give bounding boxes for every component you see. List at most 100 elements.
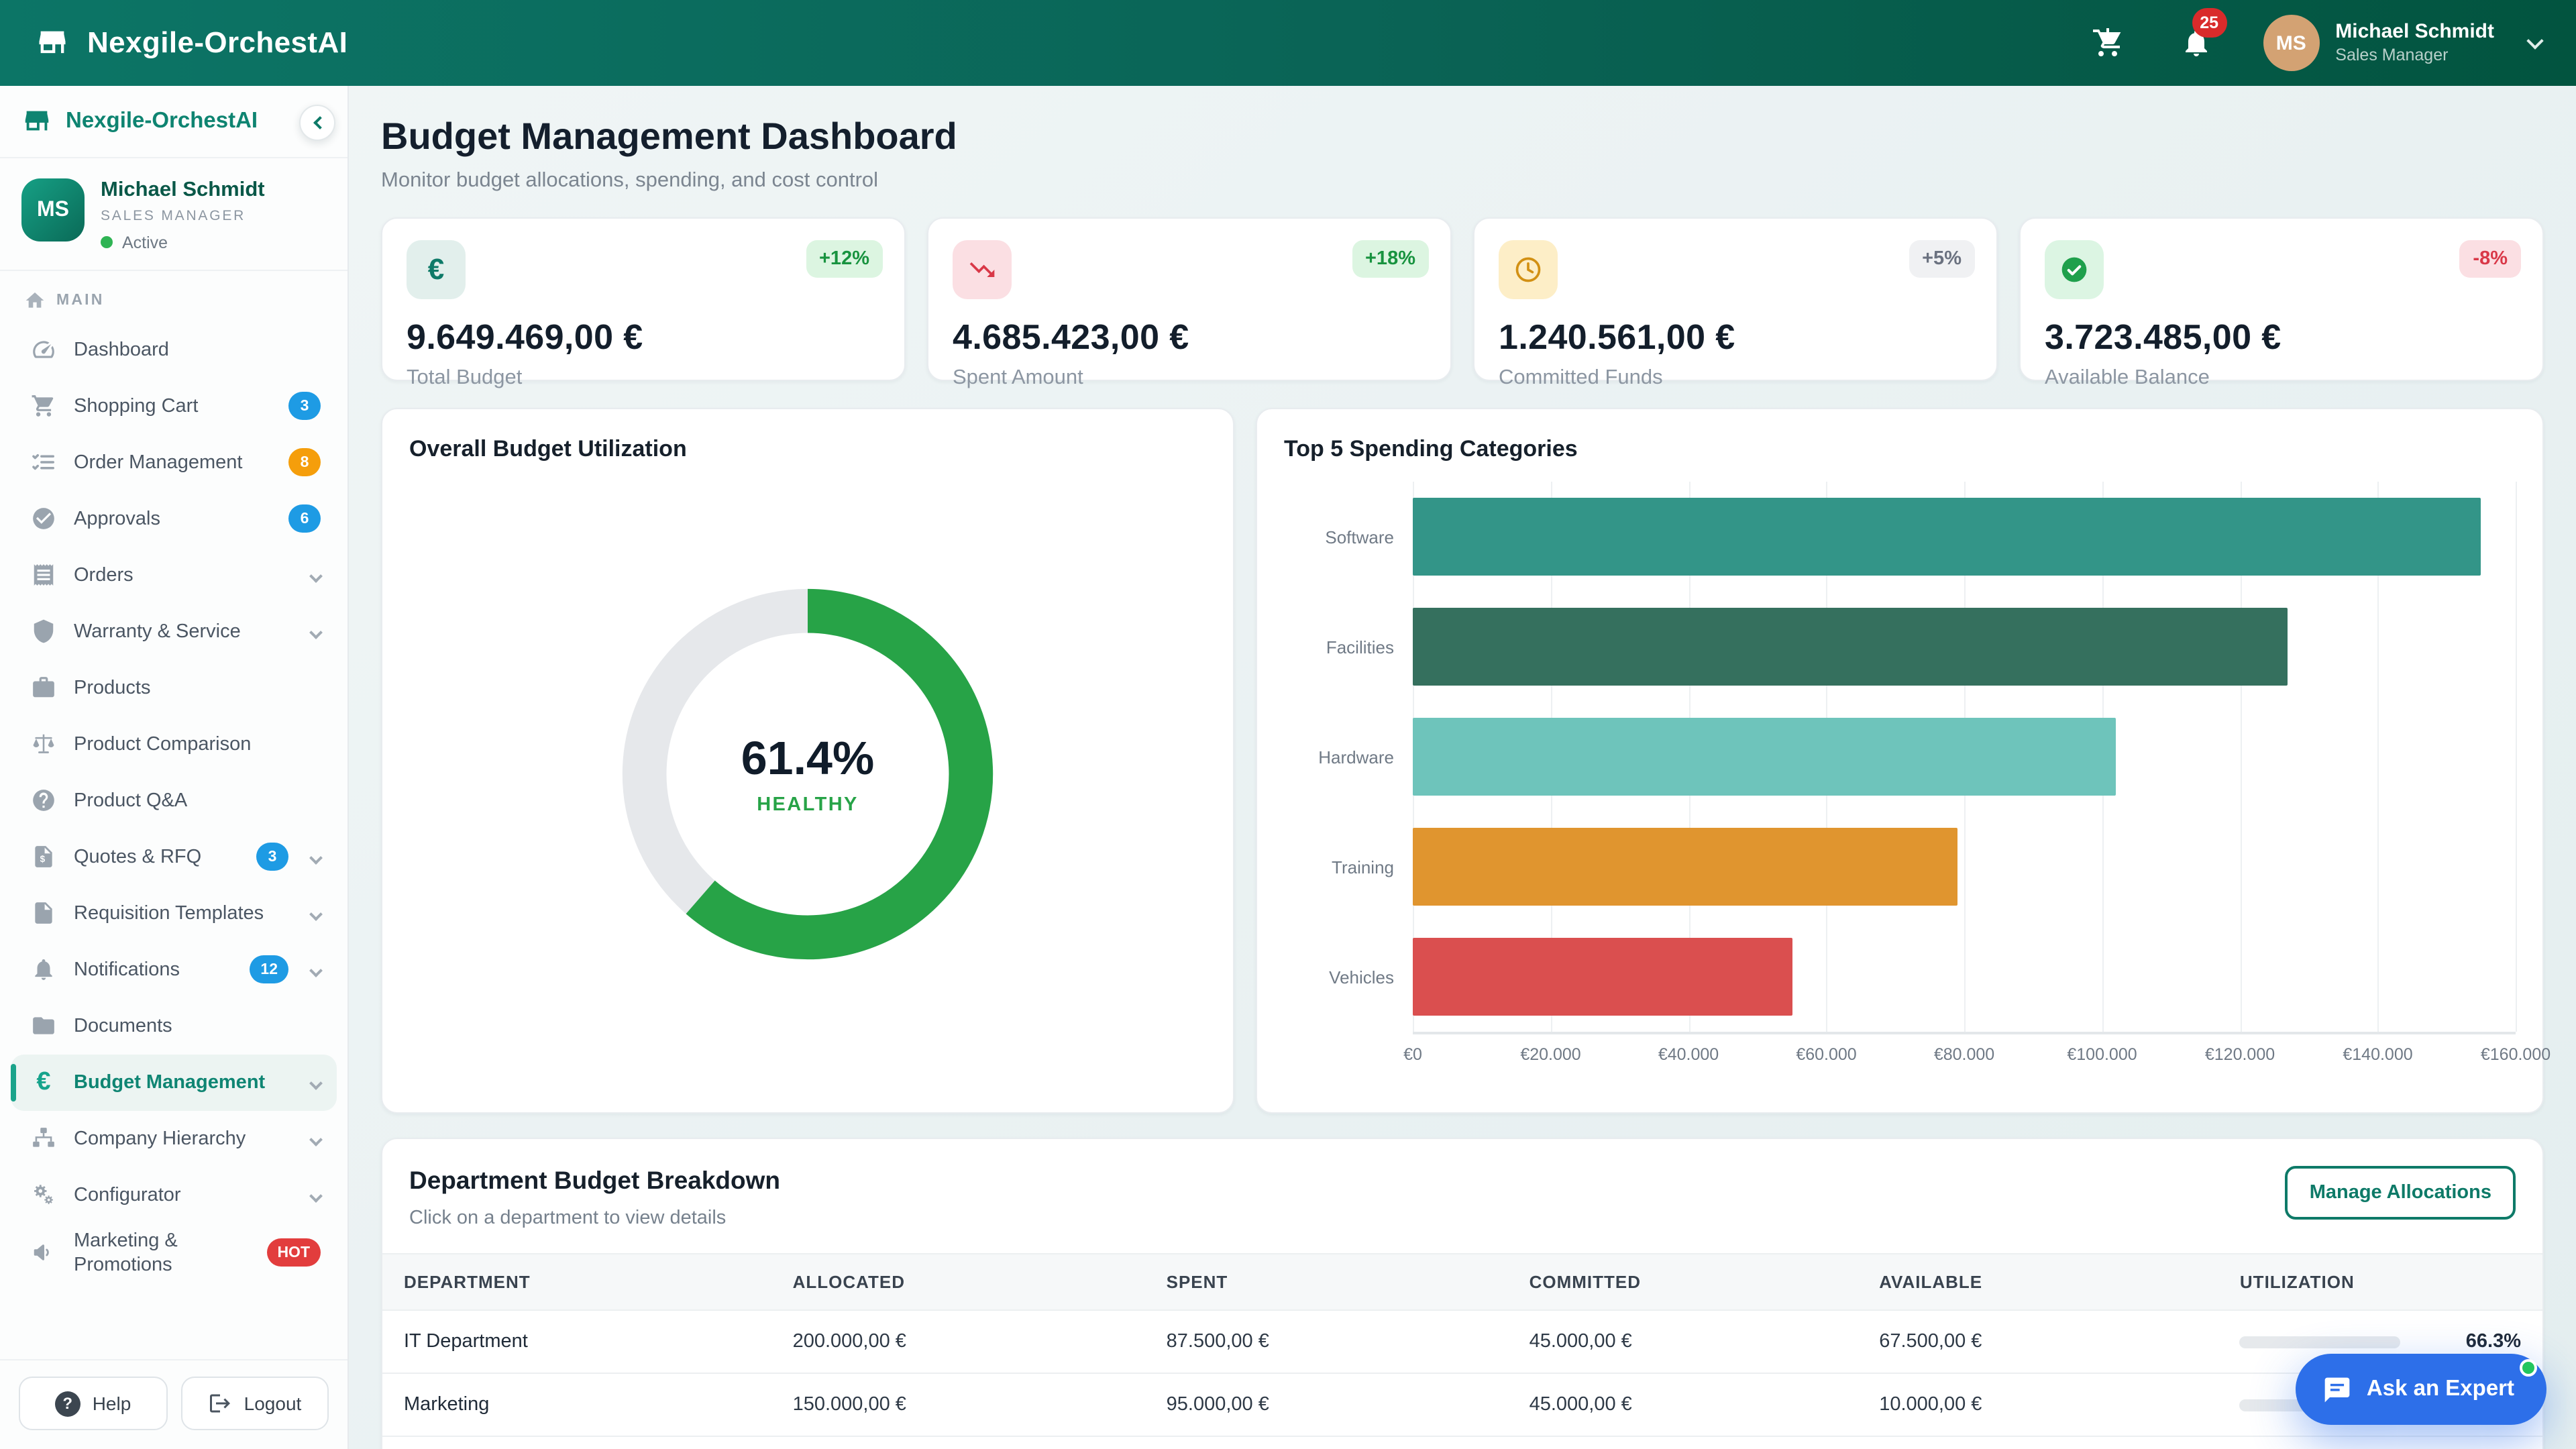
cell-available: 67.500,00 € (1879, 1331, 1982, 1352)
cart-plus-icon (2091, 27, 2123, 59)
cell-spent: 87.500,00 € (1166, 1331, 1269, 1352)
user-menu-button[interactable]: MS Michael Schmidt Sales Manager (2263, 15, 2544, 71)
sidebar-user-name: Michael Schmidt (101, 178, 265, 201)
sidebar-item-notifications[interactable]: Notifications 12 (11, 941, 337, 998)
sidebar-item-budget-management[interactable]: € Budget Management (11, 1054, 337, 1111)
stat-card-spent-amount: +18% 4.685.423,00 € Spent Amount (927, 217, 1452, 389)
cell-department: Marketing (404, 1394, 490, 1415)
sidebar-item-shopping-cart[interactable]: Shopping Cart 3 (11, 378, 337, 434)
help-icon: ? (54, 1391, 80, 1416)
stat-card-total-budget: € +12% 9.649.469,00 € Total Budget (381, 217, 906, 389)
table-subtitle: Click on a department to view details (409, 1208, 727, 1229)
sidebar-item-label: Marketing & Promotions (74, 1230, 178, 1276)
x-tick-label: €160.000 (2480, 1045, 2551, 1064)
gauge-icon (31, 337, 56, 362)
sidebar-item-label: Warranty & Service (74, 621, 241, 643)
table-column-headers: DEPARTMENT ALLOCATED SPENT COMMITTED AVAILAB… (382, 1253, 2542, 1311)
x-tick-label: €100.000 (2067, 1045, 2137, 1064)
notifications-count-badge: 25 (2192, 8, 2227, 38)
sidebar-item-marketing-promotions[interactable]: Marketing & Promotions HOT (11, 1223, 337, 1283)
budget-utilization-card: Overall Budget Utilization 61.4% HEALTHY (381, 408, 1234, 1114)
bar-chart-x-axis: €0 €20.000 €40.000 €60.000 €80.000 €100.000 €1… (1403, 1045, 2551, 1085)
folder-icon (31, 1013, 56, 1038)
bar-category-label: Training (1332, 857, 1394, 877)
chevron-down-icon (309, 1070, 323, 1094)
stat-trend-badge: -8% (2459, 240, 2521, 278)
chevron-down-icon (2526, 30, 2544, 50)
sidebar-item-product-comparison[interactable]: Product Comparison (11, 716, 337, 772)
sidebar-item-quotes-rfq[interactable]: $ Quotes & RFQ 3 (11, 828, 337, 885)
sidebar-item-product-q-a[interactable]: Product Q&A (11, 772, 337, 828)
bar-chart-category-labels: Software Facilities Hardware Training Vehicl… (1284, 482, 1413, 1034)
stat-trend-badge: +12% (806, 240, 883, 278)
sidebar-item-documents[interactable]: Documents (11, 998, 337, 1054)
add-to-cart-button[interactable] (2086, 21, 2129, 64)
sidebar-item-label: Budget Management (74, 1071, 266, 1093)
sidebar-item-configurator[interactable]: Configurator (11, 1167, 337, 1223)
logout-button[interactable]: Logout (180, 1377, 329, 1430)
sidebar-item-dashboard[interactable]: Dashboard (11, 321, 337, 378)
table-row-hr[interactable]: HR100.000,00 €45.000,00 €18.500,00 €36.5… (382, 1437, 2542, 1449)
file-dollar-icon: $ (31, 844, 56, 869)
stat-value: 4.685.423,00 € (953, 317, 1189, 357)
sidebar-item-orders[interactable]: Orders (11, 547, 337, 603)
bar-training[interactable] (1413, 828, 1957, 906)
sidebar-collapse-button[interactable] (299, 105, 335, 141)
sidebar-user-card: MS Michael Schmidt SALES MANAGER Active (0, 158, 347, 271)
sidebar-user-role: SALES MANAGER (101, 207, 246, 224)
sidebar-item-products[interactable]: Products (11, 659, 337, 716)
manage-allocations-button[interactable]: Manage Allocations (2285, 1166, 2516, 1220)
cell-spent: 45.000,00 € (1145, 1437, 1508, 1449)
sidebar-menu: Dashboard Shopping Cart 3 Order Management 8… (0, 316, 347, 1359)
sidebar-item-requisition-templates[interactable]: Requisition Templates (11, 885, 337, 941)
table-row-it-department[interactable]: IT Department 200.000,00 € 87.500,00 € 45.0… (382, 1311, 2542, 1374)
utilization-percent: 66.3% (2465, 1331, 2521, 1352)
chevron-down-icon (309, 957, 323, 981)
cell-department: IT Department (404, 1331, 528, 1352)
bar-hardware[interactable] (1413, 718, 2116, 796)
clock-icon (1499, 240, 1558, 299)
sidebar-item-order-management[interactable]: Order Management 8 (11, 434, 337, 490)
sidebar-user-meta: Michael Schmidt SALES MANAGER Active (101, 178, 265, 252)
cell-allocated: 200.000,00 € (792, 1331, 906, 1352)
cart-icon (31, 393, 56, 419)
sidebar-logo: Nexgile-OrchestAI (0, 86, 347, 158)
table-title: Department Budget Breakdown (409, 1166, 781, 1194)
storefront-logo-icon (21, 106, 52, 137)
question-circle-icon (31, 788, 56, 813)
sidebar-footer: ? Help Logout (0, 1359, 347, 1449)
active-indicator (11, 1063, 16, 1102)
bar-category-label: Vehicles (1329, 967, 1394, 987)
bar-row-facilities (1413, 592, 2516, 702)
bar-facilities[interactable] (1413, 608, 2288, 686)
bar-chart-area: Software Facilities Hardware Training Vehicl… (1284, 482, 2517, 1034)
chevron-left-icon (313, 116, 326, 129)
help-button[interactable]: ? Help (19, 1377, 167, 1430)
bar-vehicles[interactable] (1413, 938, 1792, 1016)
table-titles: Department Budget Breakdown Click on a d… (409, 1166, 780, 1229)
avatar: MS (2263, 15, 2320, 71)
ask-expert-button[interactable]: Ask an Expert (2295, 1354, 2546, 1425)
sidebar-item-warranty-service[interactable]: Warranty & Service (11, 603, 337, 659)
chevron-down-icon (309, 563, 323, 587)
bar-row-software (1413, 482, 2516, 592)
app-title: Nexgile-OrchestAI (87, 25, 348, 59)
sidebar-item-label: Quotes & RFQ (74, 846, 202, 868)
sidebar-logo-text: Nexgile-OrchestAI (66, 109, 258, 133)
box-icon (31, 675, 56, 700)
notifications-button[interactable]: 25 (2174, 8, 2227, 64)
x-tick-label: €140.000 (2343, 1045, 2413, 1064)
sidebar-item-company-hierarchy[interactable]: Company Hierarchy (11, 1110, 337, 1167)
user-meta: Michael Schmidt Sales Manager (2335, 20, 2494, 66)
sidebar-item-approvals[interactable]: Approvals 6 (11, 490, 337, 547)
sidebar-item-label: Notifications (74, 959, 180, 981)
bar-software[interactable] (1413, 498, 2481, 576)
x-tick-label: €20.000 (1520, 1045, 1581, 1064)
cell-committed: 45.000,00 € (1529, 1331, 1632, 1352)
cell-committed: 45.000,00 € (1529, 1394, 1632, 1415)
gears-icon (31, 1182, 56, 1208)
bar-row-training (1413, 812, 2516, 922)
stats-row: € +12% 9.649.469,00 € Total Budget +18% 4.685… (381, 217, 2544, 389)
table-header-block: Department Budget Breakdown Click on a d… (382, 1139, 2542, 1253)
table-row-marketing[interactable]: Marketing 150.000,00 € 95.000,00 € 45.000,0… (382, 1374, 2542, 1437)
